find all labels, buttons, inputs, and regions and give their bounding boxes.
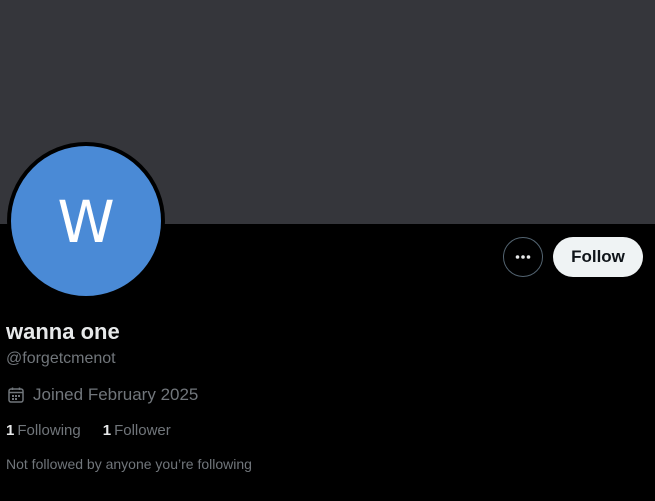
follower-count: 1 — [102, 422, 112, 439]
followed-by-note: Not followed by anyone you’re following — [6, 456, 252, 472]
calendar-icon — [8, 387, 24, 403]
follow-button[interactable]: Follow — [553, 237, 643, 277]
more-horizontal-icon — [515, 255, 531, 259]
follow-stats: 1 Following 1 Follower — [6, 421, 193, 441]
joined-date: Joined February 2025 — [7, 385, 198, 405]
more-options-button[interactable] — [503, 237, 543, 277]
joined-text: Joined February 2025 — [33, 385, 199, 404]
display-name: wanna one — [6, 319, 120, 344]
user-handle: @forgetcmenot — [6, 350, 116, 367]
following-count: 1 — [6, 422, 15, 439]
followers-link[interactable]: 1 Follower — [103, 421, 171, 441]
following-label: Following — [17, 422, 81, 439]
follower-label: Follower — [114, 422, 171, 439]
avatar-letter: W — [57, 188, 115, 256]
profile-avatar[interactable]: W — [7, 142, 165, 300]
following-link[interactable]: 1 Following — [6, 421, 81, 441]
